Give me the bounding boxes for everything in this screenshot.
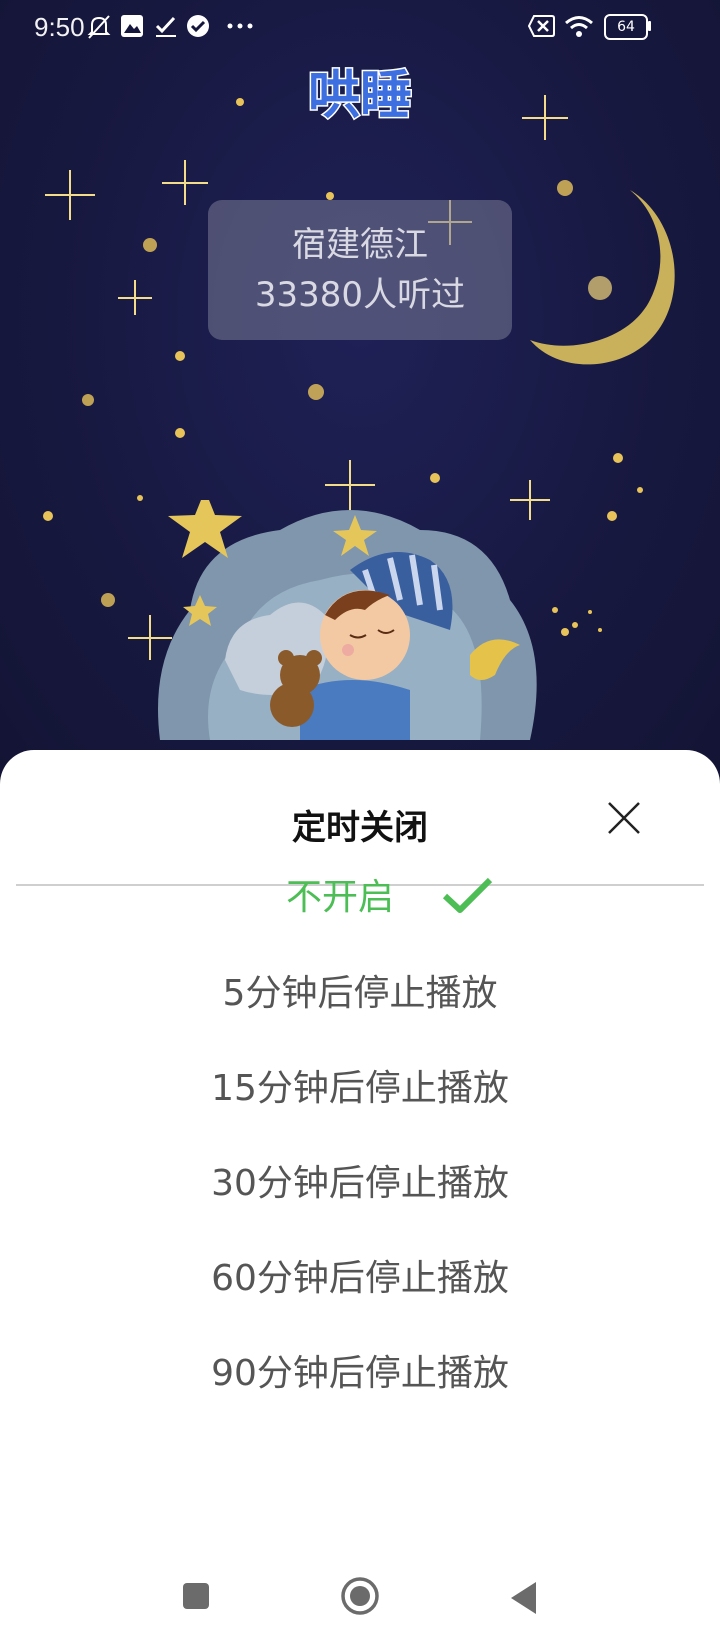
selected-check-icon — [442, 877, 493, 913]
close-icon[interactable] — [604, 798, 644, 838]
option-label: 30分钟后停止播放 — [211, 1163, 509, 1204]
task-check-icon — [155, 16, 176, 37]
listen-count: 33380人听过 — [254, 275, 466, 315]
timer-option-15min[interactable]: 15分钟后停止播放 — [0, 1059, 720, 1119]
option-label: 15分钟后停止播放 — [211, 1068, 509, 1109]
status-time: 9:50 — [34, 12, 85, 42]
option-label: 60分钟后停止播放 — [211, 1258, 509, 1299]
home-circle-icon[interactable] — [340, 1576, 380, 1616]
system-nav-bar — [0, 1560, 720, 1650]
timer-option-90min[interactable]: 90分钟后停止播放 — [0, 1344, 720, 1404]
track-info-card: 宿建德江 33380人听过 — [208, 200, 512, 340]
option-label: 5分钟后停止播放 — [222, 973, 498, 1014]
check-circle-icon — [187, 15, 209, 37]
app-title: 哄睡 — [306, 65, 413, 128]
timer-option-60min[interactable]: 60分钟后停止播放 — [0, 1249, 720, 1309]
timer-option-30min[interactable]: 30分钟后停止播放 — [0, 1154, 720, 1214]
sleeping-child-illustration — [158, 500, 537, 740]
option-label: 不开启 — [285, 877, 394, 918]
wifi-icon — [565, 16, 593, 37]
moon-illustration — [530, 190, 675, 365]
status-bar: 9:50 64 — [0, 0, 720, 54]
battery-level: 64 — [617, 19, 635, 35]
recents-square-icon[interactable] — [180, 1580, 212, 1612]
timer-option-off[interactable]: 不开启 — [0, 868, 700, 928]
sim-x-icon — [528, 15, 555, 37]
back-triangle-icon[interactable] — [508, 1580, 540, 1616]
sleep-timer-sheet: 定时关闭 不开启 5分钟后停止播放 15分钟后停止播放 30分钟后停止播放 60… — [0, 750, 720, 1650]
track-name: 宿建德江 — [292, 225, 428, 265]
mute-bell-icon — [87, 15, 111, 39]
gallery-icon — [121, 15, 143, 37]
timer-option-5min[interactable]: 5分钟后停止播放 — [0, 964, 720, 1024]
more-dots-icon — [227, 23, 253, 29]
option-label: 90分钟后停止播放 — [211, 1353, 509, 1394]
battery-icon: 64 — [604, 14, 648, 40]
battery-tip — [648, 21, 651, 31]
